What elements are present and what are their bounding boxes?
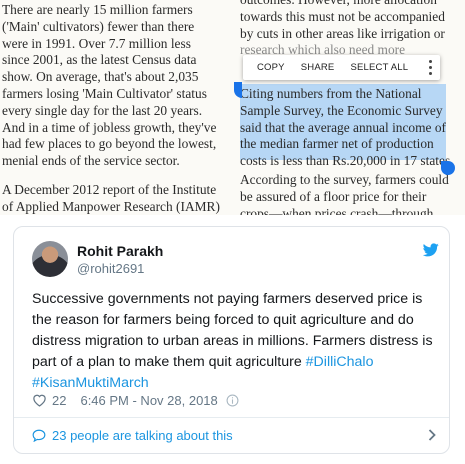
info-icon[interactable] — [226, 394, 239, 407]
text-selection-menu: COPY SHARE SELECT ALL — [243, 55, 440, 80]
author-handle[interactable]: @rohit2691 — [77, 261, 144, 276]
selected-text[interactable]: Citing numbers from the National Sample … — [240, 86, 462, 170]
conversation-count-label[interactable]: 23 people are talking about this — [52, 428, 233, 443]
twitter-bird-icon[interactable] — [423, 243, 439, 257]
avatar[interactable] — [32, 241, 68, 277]
tweet-timestamp[interactable]: 6:46 PM - Nov 28, 2018 — [80, 393, 217, 408]
share-menu-item[interactable]: SHARE — [285, 62, 335, 73]
article-paragraph: outcomes. However, more allocation towar… — [240, 0, 445, 41]
conversation-link[interactable]: 23 people are talking about this — [32, 428, 233, 443]
hashtag-link[interactable]: #KisanMuktiMarch — [32, 375, 149, 391]
tweet-meta: 22 6:46 PM - Nov 28, 2018 — [32, 392, 239, 408]
article-right-column: outcomes. However, more allocation towar… — [240, 0, 462, 215]
selection-end-handle[interactable] — [441, 161, 455, 175]
article-left-column: There are nearly 15 million farmers ('Ma… — [2, 0, 228, 215]
chevron-right-icon[interactable] — [428, 429, 436, 441]
heart-icon[interactable] — [32, 393, 47, 407]
article-paragraph: A December 2012 report of the Institute … — [2, 181, 220, 214]
tweet-text: Successive governments not paying farmer… — [32, 289, 438, 394]
copy-menu-item[interactable]: COPY — [243, 62, 285, 73]
article-paragraph: There are nearly 15 million farmers ('Ma… — [2, 2, 217, 169]
like-count[interactable]: 22 — [52, 393, 66, 408]
author-name[interactable]: Rohit Parakh — [77, 243, 163, 259]
article-background: There are nearly 15 million farmers ('Ma… — [0, 0, 465, 215]
select-all-menu-item[interactable]: SELECT ALL — [334, 62, 408, 73]
speech-bubble-icon — [32, 429, 46, 442]
divider — [14, 417, 449, 418]
selection-start-handle[interactable] — [234, 82, 242, 98]
more-vertical-icon[interactable] — [429, 60, 432, 75]
article-paragraph: According to the survey, farmers could b… — [240, 172, 449, 215]
hashtag-link[interactable]: #DilliChalo — [306, 354, 374, 370]
embedded-tweet-card[interactable]: Rohit Parakh @rohit2691 Successive gover… — [13, 226, 450, 454]
